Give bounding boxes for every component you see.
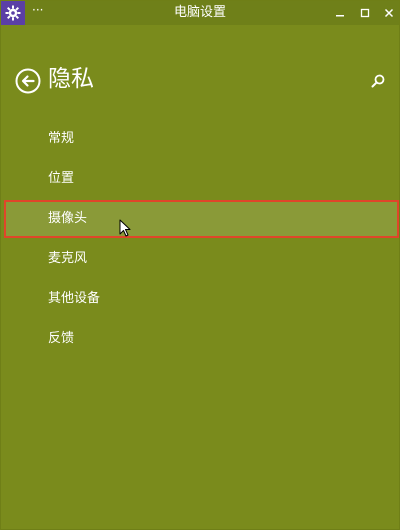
nav-item-feedback[interactable]: 反馈 bbox=[4, 320, 399, 358]
nav-item-label: 摄像头 bbox=[48, 211, 88, 226]
maximize-icon bbox=[360, 8, 370, 18]
nav-item-location[interactable]: 位置 bbox=[4, 160, 399, 198]
search-icon bbox=[371, 74, 385, 88]
nav-item-label: 其他设备 bbox=[48, 291, 101, 306]
nav-item-camera[interactable]: 摄像头 bbox=[4, 200, 399, 238]
page-title: 隐私 bbox=[48, 66, 94, 92]
mouse-pointer-icon bbox=[119, 219, 131, 237]
nav-item-label: 反馈 bbox=[48, 331, 75, 346]
back-arrow-icon bbox=[15, 68, 41, 94]
nav-item-microphone[interactable]: 麦克风 bbox=[4, 240, 399, 278]
minimize-icon bbox=[336, 15, 344, 17]
back-button[interactable] bbox=[15, 68, 41, 94]
settings-window: ··· 电脑设置 隐私 常规 位置 摄像头 麦克风 其他设备 反馈 bbox=[0, 0, 400, 530]
close-button[interactable] bbox=[377, 1, 400, 25]
close-icon bbox=[384, 8, 394, 18]
nav-item-label: 麦克风 bbox=[48, 251, 88, 266]
nav-item-label: 常规 bbox=[48, 131, 75, 146]
title-bar: ··· 电脑设置 bbox=[1, 1, 399, 25]
nav-item-general[interactable]: 常规 bbox=[4, 120, 399, 158]
maximize-button[interactable] bbox=[353, 1, 377, 25]
nav-item-label: 位置 bbox=[48, 171, 75, 186]
minimize-button[interactable] bbox=[328, 1, 352, 25]
nav-item-other-devices[interactable]: 其他设备 bbox=[4, 280, 399, 318]
search-button[interactable] bbox=[370, 73, 386, 89]
